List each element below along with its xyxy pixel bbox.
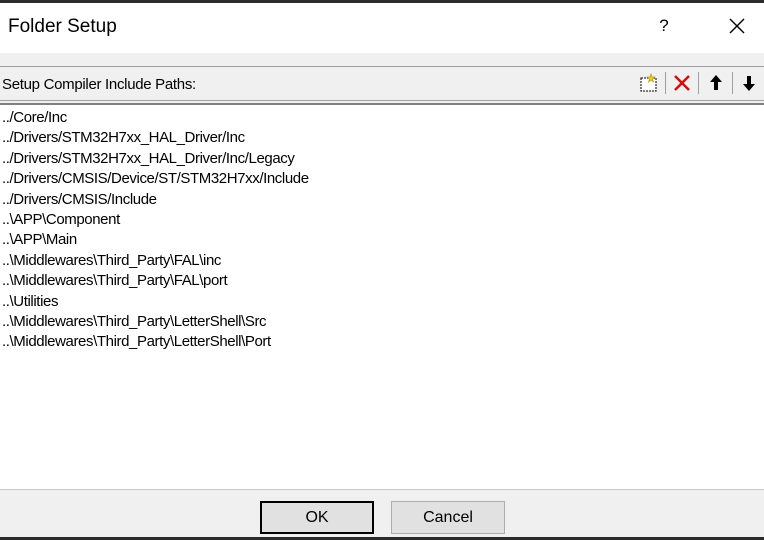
- new-folder-button[interactable]: [637, 71, 661, 95]
- list-item[interactable]: ..\APP\Component: [0, 210, 764, 230]
- close-icon: [729, 18, 745, 34]
- delete-button[interactable]: [670, 71, 694, 95]
- list-item[interactable]: ..\Middlewares\Third_Party\LetterShell\P…: [0, 332, 764, 352]
- list-item[interactable]: ../Drivers/CMSIS/Device/ST/STM32H7xx/Inc…: [0, 169, 764, 189]
- title-bar: Folder Setup ?: [0, 3, 764, 53]
- dialog-footer: OK Cancel: [0, 490, 764, 537]
- list-item[interactable]: ..\Middlewares\Third_Party\FAL\port: [0, 271, 764, 291]
- close-button[interactable]: [722, 11, 752, 41]
- arrow-down-icon: [743, 76, 755, 91]
- list-item[interactable]: ..\Utilities: [0, 292, 764, 312]
- move-up-button[interactable]: [704, 71, 728, 95]
- list-item[interactable]: ../Drivers/STM32H7xx_HAL_Driver/Inc: [0, 128, 764, 148]
- list-item[interactable]: ../Core/Inc: [0, 108, 764, 128]
- delete-icon: [674, 75, 690, 91]
- folder-setup-dialog: Folder Setup ? Setup Compiler Include Pa…: [0, 0, 764, 540]
- list-item[interactable]: ../Drivers/STM32H7xx_HAL_Driver/Inc/Lega…: [0, 149, 764, 169]
- arrow-up-icon: [710, 75, 722, 90]
- list-item[interactable]: ..\Middlewares\Third_Party\LetterShell\S…: [0, 312, 764, 332]
- help-button[interactable]: ?: [652, 11, 676, 41]
- ok-button[interactable]: OK: [260, 501, 374, 534]
- dialog-title: Folder Setup: [8, 16, 117, 37]
- new-folder-icon: [640, 73, 657, 92]
- list-item[interactable]: ..\Middlewares\Third_Party\FAL\inc: [0, 251, 764, 271]
- include-paths-list[interactable]: ../Core/Inc ../Drivers/STM32H7xx_HAL_Dri…: [0, 103, 764, 490]
- move-down-button[interactable]: [737, 71, 761, 95]
- cancel-button[interactable]: Cancel: [391, 501, 505, 534]
- include-paths-toolbar: Setup Compiler Include Paths:: [0, 66, 764, 101]
- toolbar-label: Setup Compiler Include Paths:: [2, 76, 196, 93]
- list-item[interactable]: ../Drivers/CMSIS/Include: [0, 190, 764, 210]
- list-item[interactable]: ..\APP\Main: [0, 230, 764, 250]
